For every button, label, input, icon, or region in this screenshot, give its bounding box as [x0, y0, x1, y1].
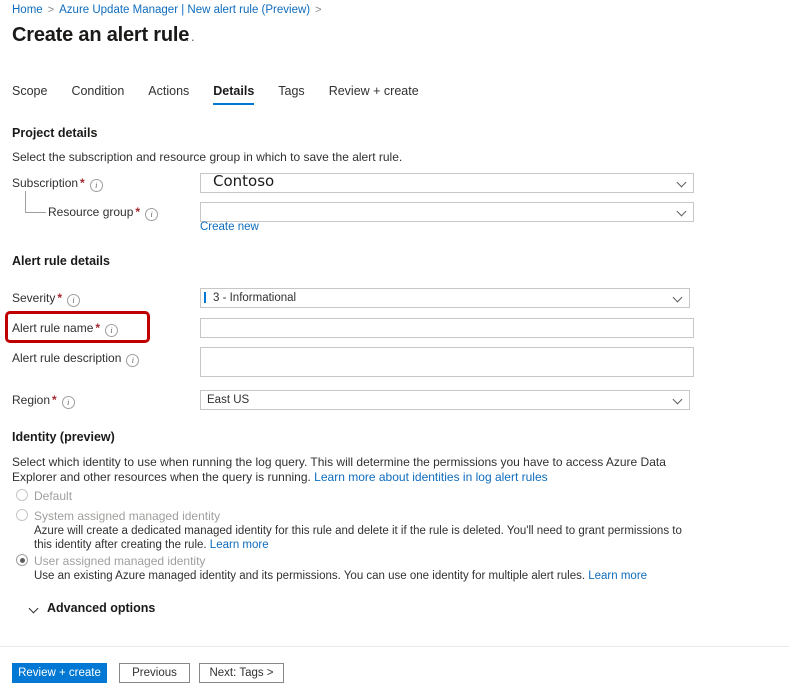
severity-select[interactable]: 3 - Informational	[200, 288, 690, 308]
alert-rule-name-input[interactable]	[200, 318, 694, 338]
breadcrumb-separator-2: >	[315, 4, 322, 16]
user-assigned-learn-more-link[interactable]: Learn more	[588, 570, 647, 582]
radio-user-assigned-managed-identity[interactable]	[16, 554, 28, 566]
severity-label: Severity * i	[12, 291, 81, 307]
breadcrumb-item-alert-rule[interactable]: Azure Update Manager | New alert rule (P…	[59, 4, 310, 16]
radio-user-assigned-description-text: Use an existing Azure managed identity a…	[34, 570, 589, 582]
alert-rule-description-input[interactable]	[200, 347, 694, 377]
radio-default[interactable]	[16, 489, 28, 501]
identity-learn-more-link[interactable]: Learn more about identities in log alert…	[314, 470, 547, 484]
resource-group-required-marker: *	[135, 205, 141, 219]
region-label: Region * i	[12, 393, 75, 409]
system-assigned-learn-more-link[interactable]: Learn more	[210, 539, 269, 551]
severity-label-text: Severity	[12, 291, 56, 305]
info-icon[interactable]: i	[105, 324, 119, 337]
tab-bar: Scope Condition Actions Details Tags Rev…	[12, 84, 443, 105]
alert-rule-name-label-text: Alert rule name	[12, 321, 94, 335]
tab-review-create[interactable]: Review + create	[329, 84, 419, 105]
identity-heading: Identity (preview)	[12, 430, 115, 444]
subscription-label: Subscription * i	[12, 176, 103, 192]
tab-condition[interactable]: Condition	[71, 84, 124, 105]
project-details-heading: Project details	[12, 126, 98, 140]
info-icon[interactable]: i	[126, 354, 140, 367]
previous-button[interactable]: Previous	[119, 663, 190, 683]
info-icon[interactable]: i	[61, 396, 75, 409]
radio-user-assigned-managed-identity-description: Use an existing Azure managed identity a…	[34, 569, 690, 583]
resource-group-label-text: Resource group	[48, 205, 134, 219]
chevron-down-icon[interactable]	[30, 605, 40, 615]
subscription-required-marker: *	[80, 176, 85, 190]
more-options-icon[interactable]: ···	[180, 32, 196, 47]
advanced-options-toggle[interactable]: Advanced options	[47, 601, 155, 615]
resource-group-select[interactable]	[200, 202, 694, 222]
alert-rule-description-label: Alert rule description i	[12, 351, 140, 367]
tab-details[interactable]: Details	[213, 84, 255, 105]
radio-system-assigned-managed-identity-description: Azure will create a dedicated managed id…	[34, 524, 690, 552]
tab-actions[interactable]: Actions	[148, 84, 189, 105]
resource-group-label: Resource group * i	[48, 205, 159, 221]
review-create-button[interactable]: Review + create	[12, 663, 107, 683]
alert-rule-details-heading: Alert rule details	[12, 254, 110, 268]
region-label-text: Region	[12, 393, 51, 407]
tab-scope[interactable]: Scope	[12, 84, 47, 105]
alert-rule-description-label-text: Alert rule description	[12, 351, 122, 365]
breadcrumb-item-home[interactable]: Home	[12, 4, 43, 16]
breadcrumb: Home > Azure Update Manager | New alert ru…	[12, 4, 327, 16]
project-details-description: Select the subscription and resource gro…	[12, 150, 403, 164]
info-icon[interactable]: i	[67, 294, 81, 307]
breadcrumb-separator-1: >	[47, 4, 55, 16]
page-title: Create an alert rule	[12, 24, 190, 46]
radio-system-assigned-managed-identity-label: System assigned managed identity	[34, 509, 221, 523]
radio-system-assigned-managed-identity[interactable]	[16, 509, 28, 521]
info-icon[interactable]: i	[145, 208, 159, 221]
subscription-value: Contoso	[213, 172, 275, 190]
info-icon[interactable]: i	[89, 179, 103, 192]
subscription-label-text: Subscription	[12, 176, 79, 190]
radio-user-assigned-managed-identity-label: User assigned managed identity	[34, 554, 206, 568]
radio-default-label: Default	[34, 489, 73, 503]
severity-indicator-bar	[204, 292, 206, 303]
alert-rule-name-required-marker: *	[95, 321, 101, 335]
next-tags-button[interactable]: Next: Tags >	[199, 663, 284, 683]
radio-system-assigned-description-text: Azure will create a dedicated managed id…	[34, 525, 682, 551]
alert-rule-name-label: Alert rule name * i	[12, 321, 119, 337]
region-select[interactable]: East US	[200, 390, 690, 410]
create-new-resource-group-link[interactable]: Create new	[200, 221, 259, 233]
footer-divider	[0, 646, 789, 647]
region-required-marker: *	[52, 393, 57, 407]
identity-description: Select which identity to use when runnin…	[12, 455, 694, 485]
resource-group-tree-connector	[25, 191, 46, 213]
tab-tags[interactable]: Tags	[278, 84, 304, 105]
severity-required-marker: *	[57, 291, 63, 305]
